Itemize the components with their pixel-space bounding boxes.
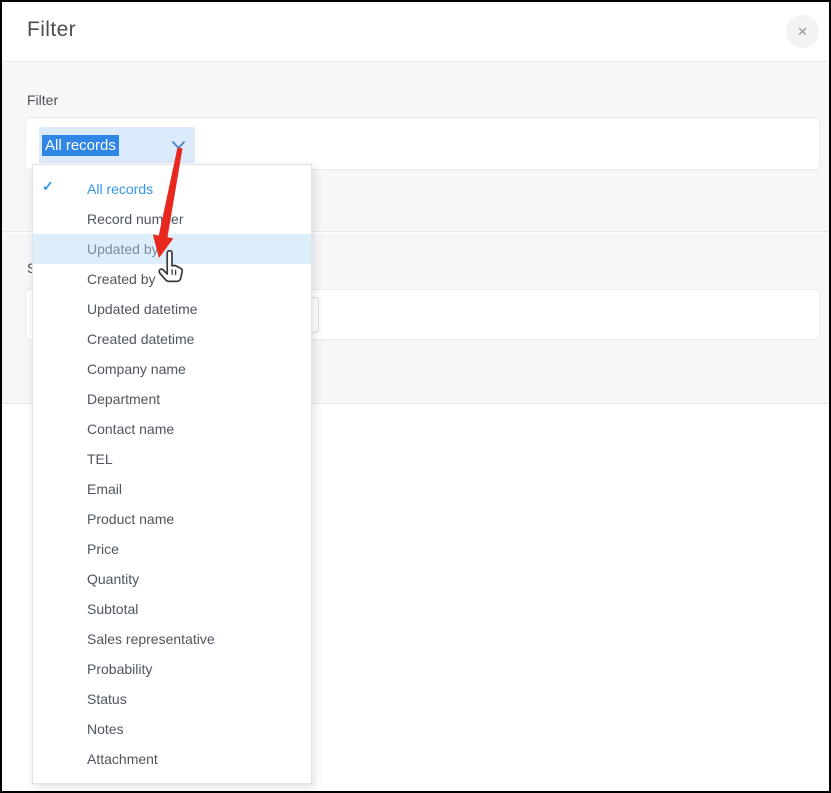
dropdown-item-label: Updated datetime [87, 301, 198, 317]
dropdown-item-label: Notes [87, 721, 124, 737]
page-title: Filter [27, 18, 76, 42]
close-icon: × [798, 22, 808, 41]
dropdown-item-label: Email [87, 481, 122, 497]
dropdown-item-label: Product name [87, 511, 174, 527]
dropdown-item-price[interactable]: Price [33, 534, 311, 564]
field-select[interactable]: All records [39, 127, 195, 163]
dropdown-item-label: Sales representative [87, 631, 215, 647]
filter-dialog: Filter × Filter All records S ✓ [0, 0, 831, 793]
dialog-header: Filter × [2, 2, 829, 62]
dropdown-item-label: TEL [87, 451, 113, 467]
dropdown-item-label: Updated by [87, 241, 159, 257]
dropdown-item-attachment[interactable]: Attachment [33, 744, 311, 774]
dropdown-item-label: Department [87, 391, 160, 407]
dropdown-item-label: Attachment [87, 751, 158, 767]
dropdown-item-label: Created datetime [87, 331, 194, 347]
dropdown-item-label: Company name [87, 361, 186, 377]
field-dropdown-menu: ✓ All records Record number Updated by C… [32, 164, 312, 784]
dropdown-item-contact-name[interactable]: Contact name [33, 414, 311, 444]
dropdown-item-department[interactable]: Department [33, 384, 311, 414]
dropdown-item-tel[interactable]: TEL [33, 444, 311, 474]
dropdown-item-created-datetime[interactable]: Created datetime [33, 324, 311, 354]
dropdown-item-probability[interactable]: Probability [33, 654, 311, 684]
dropdown-item-notes[interactable]: Notes [33, 714, 311, 744]
dropdown-item-product-name[interactable]: Product name [33, 504, 311, 534]
dropdown-item-label: Subtotal [87, 601, 138, 617]
check-icon: ✓ [42, 178, 58, 195]
dropdown-item-sales-representative[interactable]: Sales representative [33, 624, 311, 654]
dropdown-item-created-by[interactable]: Created by [33, 264, 311, 294]
filter-section-label: Filter [27, 92, 58, 108]
dropdown-item-all-records[interactable]: ✓ All records [33, 174, 311, 204]
dropdown-item-status[interactable]: Status [33, 684, 311, 714]
dropdown-item-company-name[interactable]: Company name [33, 354, 311, 384]
dropdown-item-label: Record number [87, 211, 184, 227]
dropdown-item-subtotal[interactable]: Subtotal [33, 594, 311, 624]
dropdown-item-updated-datetime[interactable]: Updated datetime [33, 294, 311, 324]
dropdown-item-quantity[interactable]: Quantity [33, 564, 311, 594]
dropdown-item-record-number[interactable]: Record number [33, 204, 311, 234]
field-select-value: All records [42, 135, 119, 156]
chevron-down-icon [171, 140, 186, 150]
dropdown-item-updated-by[interactable]: Updated by [33, 234, 311, 264]
dropdown-item-email[interactable]: Email [33, 474, 311, 504]
dropdown-item-label: All records [87, 181, 153, 197]
close-button[interactable]: × [786, 15, 819, 48]
dropdown-item-label: Quantity [87, 571, 139, 587]
dropdown-item-label: Created by [87, 271, 155, 287]
dropdown-item-label: Contact name [87, 421, 174, 437]
filter-condition-row: All records [25, 117, 820, 170]
dropdown-item-label: Status [87, 691, 127, 707]
dropdown-item-label: Price [87, 541, 119, 557]
dropdown-item-label: Probability [87, 661, 152, 677]
